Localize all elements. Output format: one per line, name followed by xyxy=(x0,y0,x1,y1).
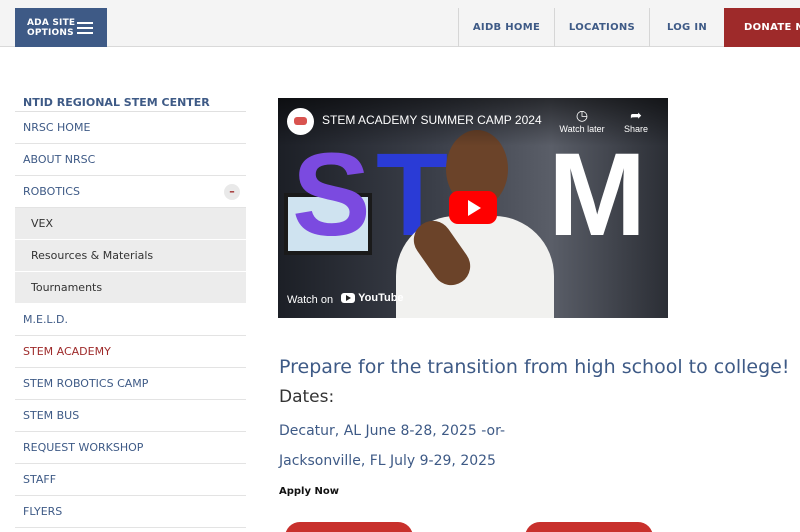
page-heading: Prepare for the transition from high sch… xyxy=(279,356,790,378)
date-jacksonville: Jacksonville, FL July 9-29, 2025 xyxy=(279,453,496,469)
sidebar-item-stem-academy[interactable]: STEM ACADEMY xyxy=(15,336,246,368)
watch-on-youtube-link[interactable]: Watch on YouTube xyxy=(278,284,408,318)
sidebar-item-nrsc-home[interactable]: NRSC HOME xyxy=(15,112,246,144)
top-bar: ADA SITE OPTIONS AIDB HOME LOCATIONS LOG… xyxy=(0,0,800,47)
sidebar-item-staff[interactable]: STAFF xyxy=(15,464,246,496)
dates-label: Dates: xyxy=(279,387,335,407)
watch-later-button[interactable]: ◷ Watch later xyxy=(554,106,610,134)
collapse-minus-icon[interactable]: – xyxy=(224,184,240,200)
thumbnail-letter-m: M xyxy=(548,129,647,261)
sidebar-subitem-resources[interactable]: Resources & Materials xyxy=(15,240,246,272)
apply-button-decatur[interactable] xyxy=(285,522,413,532)
sidebar-subitem-tournaments[interactable]: Tournaments xyxy=(15,272,246,304)
date-decatur: Decatur, AL June 8-28, 2025 -or- xyxy=(279,423,505,439)
sidebar-item-flyers[interactable]: FLYERS xyxy=(15,496,246,528)
apply-button-jacksonville[interactable] xyxy=(525,522,653,532)
hamburger-icon xyxy=(77,22,93,34)
sidebar-item-request-workshop[interactable]: REQUEST WORKSHOP xyxy=(15,432,246,464)
nav-aidb-home[interactable]: AIDB HOME xyxy=(458,8,554,47)
ada-site-options-button[interactable]: ADA SITE OPTIONS xyxy=(15,8,107,47)
clock-icon: ◷ xyxy=(575,107,589,123)
share-arrow-icon: ➦ xyxy=(630,107,642,123)
nav-log-in[interactable]: LOG IN xyxy=(649,8,724,47)
channel-logo-icon[interactable] xyxy=(287,108,314,135)
sidebar-item-stem-robotics-camp[interactable]: STEM ROBOTICS CAMP xyxy=(15,368,246,400)
sidebar-item-about-nrsc[interactable]: ABOUT NRSC xyxy=(15,144,246,176)
sidebar-title[interactable]: NTID REGIONAL STEM CENTER xyxy=(15,92,246,112)
nav-locations[interactable]: LOCATIONS xyxy=(554,8,649,47)
video-title[interactable]: STEM ACADEMY SUMMER CAMP 2024 xyxy=(322,113,542,127)
apply-now-label: Apply Now xyxy=(279,486,339,497)
video-player[interactable]: S T M STEM ACADEMY SUMMER CAMP 2024 ◷ Wa… xyxy=(278,98,668,318)
sidebar-item-meld[interactable]: M.E.L.D. xyxy=(15,304,246,336)
thumbnail-letter-s: S xyxy=(292,129,371,261)
play-button[interactable] xyxy=(449,191,497,224)
share-button[interactable]: ➦ Share xyxy=(616,106,656,134)
sidebar-subitem-vex[interactable]: VEX xyxy=(15,208,246,240)
sidebar-nav: NTID REGIONAL STEM CENTER NRSC HOME ABOU… xyxy=(15,92,246,528)
nav-donate-button[interactable]: DONATE NO xyxy=(724,8,800,47)
youtube-logo-icon: YouTube xyxy=(341,292,404,304)
play-icon xyxy=(468,200,481,216)
ada-label: ADA SITE OPTIONS xyxy=(27,18,76,38)
sidebar-item-stem-bus[interactable]: STEM BUS xyxy=(15,400,246,432)
sidebar-item-robotics[interactable]: ROBOTICS – xyxy=(15,176,246,208)
